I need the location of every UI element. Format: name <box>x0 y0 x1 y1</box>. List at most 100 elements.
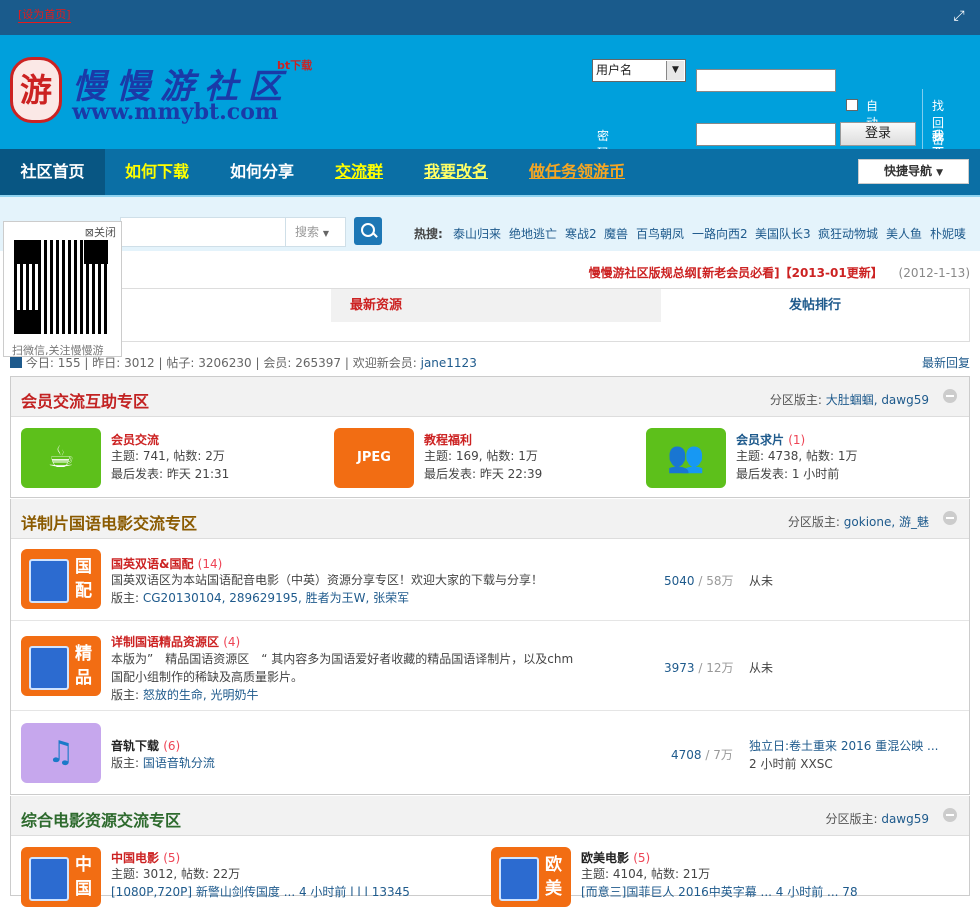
caret-down-icon: ▼ <box>936 168 944 178</box>
nav-home[interactable]: 社区首页 <box>0 149 105 195</box>
forum-name[interactable]: 会员交流 <box>111 431 159 448</box>
hot-word[interactable]: 美人鱼 <box>886 225 922 242</box>
nav-tasks[interactable]: 做任务领游币 <box>529 149 625 195</box>
jpeg-icon[interactable]: JPEG <box>334 428 414 488</box>
mod-names[interactable]: 大肚蝈蝈, dawg59 <box>826 393 929 407</box>
notice: 慢慢游社区版规总纲[新老会员必看]【2013-01更新】 (2012-1-13) <box>589 264 970 284</box>
hot-word[interactable]: 疯狂动物城 <box>818 225 878 242</box>
mods-links[interactable]: 国语音轨分流 <box>143 756 215 770</box>
post-count: / 58万 <box>694 574 734 588</box>
auto-login-checkbox[interactable] <box>846 99 858 111</box>
forum-last-post[interactable]: [1080P,720P] 新警山剑传国度 ... 4 小时前 l l l 133… <box>111 883 410 901</box>
nav-group[interactable]: 交流群 <box>335 149 383 195</box>
set-homepage-link[interactable]: [设为首页] <box>18 6 71 23</box>
chevron-down-icon: ▼ <box>666 61 684 80</box>
collapse-icon[interactable] <box>943 389 957 403</box>
search-row: 搜索 ▼ 热搜: 泰山归来 绝地逃亡 寒战2 魔兽 百鸟朝凤 一路向西2 美国队… <box>0 207 980 251</box>
dvd-box-icon[interactable]: 精品 <box>21 636 101 696</box>
people-icon[interactable]: 👥 <box>646 428 726 488</box>
header: 游 慢慢游社区 bt下载 www.mmybt.com 用户名 ▼ 密码 自动登录… <box>0 35 980 194</box>
forum-last-post: 最后发表: 昨天 21:31 <box>111 467 230 481</box>
stat-posts-label: 帖子: <box>166 356 195 370</box>
top-bar: [设为首页] ⤢ <box>0 0 980 35</box>
hot-word[interactable]: 百鸟朝凤 <box>636 225 684 242</box>
notice-date: (2012-1-13) <box>898 266 970 280</box>
caret-down-icon: ▼ <box>322 229 329 238</box>
board-moderators: 分区版主: dawg59 <box>825 810 929 827</box>
hot-word[interactable]: 魔兽 <box>604 225 628 242</box>
forum-desc-2: 国配小组制作的稀缺及高质量影片。 <box>111 670 304 684</box>
password-input[interactable] <box>696 123 836 146</box>
jpeg-glyph: JPEG <box>357 450 391 465</box>
cup-icon[interactable]: ☕ <box>21 428 101 488</box>
hot-label: 热搜: <box>414 227 443 241</box>
hot-word[interactable]: 朴妮唛 <box>930 225 966 242</box>
logo-url[interactable]: www.mmybt.com <box>72 99 278 125</box>
icon-text: 精品 <box>75 644 92 688</box>
forum-name-text[interactable]: 欧美电影 <box>581 851 629 865</box>
forum-name: 国英双语&国配 (14) <box>111 555 222 572</box>
hot-word[interactable]: 一路向西2 <box>692 225 748 242</box>
latest-reply-link[interactable]: 最新回复 <box>922 354 970 371</box>
forum-name-text[interactable]: 音轨下载 <box>111 739 159 753</box>
hot-word[interactable]: 泰山归来 <box>453 225 501 242</box>
topic-count: 4708 <box>671 748 702 762</box>
forum-last: 独立日:卷土重来 2016 重混公映 ... <box>749 737 938 754</box>
collapse-icon[interactable] <box>943 511 957 525</box>
forum-new-count: (6) <box>163 739 181 753</box>
forum-last: 从未 <box>749 574 774 588</box>
logo-seal[interactable]: 游 <box>10 57 62 123</box>
stat-yesterday: 3012 <box>124 356 155 370</box>
disc-glyph: ♫ <box>47 735 75 770</box>
box-shape <box>29 857 69 901</box>
nav-how-download[interactable]: 如何下载 <box>125 149 189 195</box>
forum-last-post: 最后发表: 1 小时前 <box>736 467 840 481</box>
nav-rename[interactable]: 我要改名 <box>424 149 488 195</box>
mod-names[interactable]: dawg59 <box>881 812 929 826</box>
music-disc-icon[interactable]: ♫ <box>21 723 101 783</box>
board-title[interactable]: 会员交流互助专区 <box>21 388 149 412</box>
hot-word[interactable]: 绝地逃亡 <box>509 225 557 242</box>
search-icon[interactable] <box>354 217 382 245</box>
qr-close-button[interactable]: ⊠关闭 <box>85 224 116 240</box>
forum-new-count: (1) <box>788 433 806 447</box>
nav-strip <box>0 195 980 207</box>
login-button[interactable]: 登录 <box>840 122 916 146</box>
forum-name-text[interactable]: 详制国语精品资源区 <box>111 635 219 649</box>
new-member-link[interactable]: jane1123 <box>421 356 477 370</box>
board-title[interactable]: 详制片国语电影交流专区 <box>21 510 197 534</box>
username-type-select[interactable]: 用户名 ▼ <box>592 59 686 82</box>
hot-word[interactable]: 美国队长3 <box>755 225 811 242</box>
board-header: 综合电影资源交流专区 分区版主: dawg59 <box>11 796 969 836</box>
icon-text: 欧美 <box>545 855 562 899</box>
dvd-box-icon[interactable]: 欧美 <box>491 847 571 907</box>
last-thread-link[interactable]: 独立日:卷土重来 2016 重混公映 ... <box>749 739 938 753</box>
forum-name-text[interactable]: 国英双语&国配 <box>111 557 193 571</box>
forum-count: 3973 / 12万 <box>664 659 734 676</box>
tab-latest[interactable]: 最新资源 <box>331 289 661 322</box>
forum-count: 4708 / 7万 <box>671 746 733 763</box>
search-type-select[interactable]: 搜索 ▼ <box>285 217 346 247</box>
fullscreen-icon[interactable]: ⤢ <box>950 7 968 25</box>
hot-word[interactable]: 寒战2 <box>565 225 597 242</box>
tab-posters[interactable]: 发帖排行 <box>661 289 969 322</box>
username-type-value: 用户名 <box>596 63 633 77</box>
mod-names[interactable]: gokione, 游_魅 <box>844 515 929 529</box>
quick-nav-button[interactable]: 快捷导航 ▼ <box>858 159 969 184</box>
username-input[interactable] <box>696 69 836 92</box>
dvd-box-icon[interactable]: 中国 <box>21 847 101 907</box>
nav-how-share[interactable]: 如何分享 <box>230 149 294 195</box>
board-title[interactable]: 综合电影资源交流专区 <box>21 807 181 831</box>
collapse-icon[interactable] <box>943 808 957 822</box>
forum-name-text[interactable]: 中国电影 <box>111 851 159 865</box>
dvd-box-icon[interactable]: 国配 <box>21 549 101 609</box>
mods-links[interactable]: 怒放的生命, 光明奶牛 <box>143 688 259 702</box>
search-input[interactable] <box>120 217 285 247</box>
mods-label: 版主: <box>111 756 140 770</box>
stat-welcome: 欢迎新会员: <box>352 356 417 370</box>
notice-link[interactable]: 慢慢游社区版规总纲[新老会员必看]【2013-01更新】 <box>589 266 883 280</box>
forum-last-post[interactable]: [而意三]国菲巨人 2016中英字幕 ... 4 小时前 ... 78 <box>581 883 858 901</box>
mods-links[interactable]: CG20130104, 289629195, 胜者为王W, 张荣军 <box>143 591 409 605</box>
forum-name-text[interactable]: 会员求片 <box>736 433 784 447</box>
forum-name[interactable]: 教程福利 <box>424 431 472 448</box>
